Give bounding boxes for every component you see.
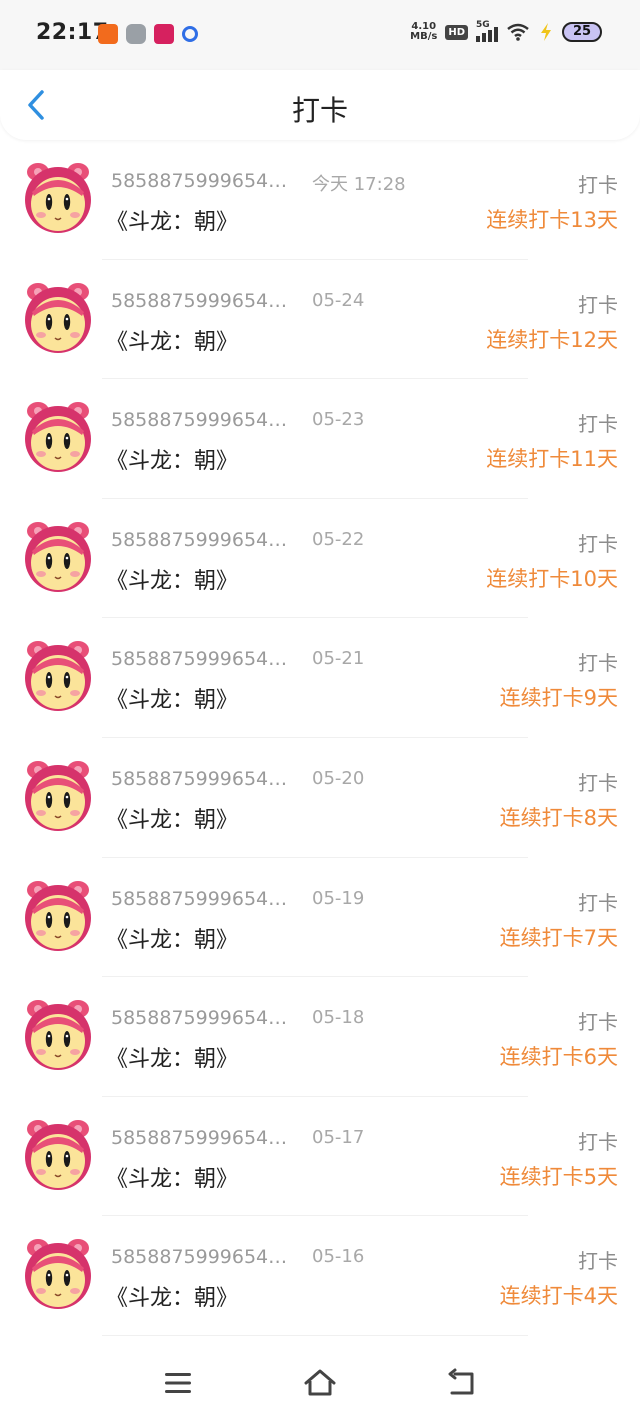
avatar[interactable] bbox=[22, 160, 94, 234]
checkin-date: 05-17 bbox=[312, 1126, 365, 1148]
checkin-date: 05-21 bbox=[312, 648, 365, 670]
signal-icon: 5G bbox=[476, 20, 498, 42]
red-app-icon bbox=[154, 24, 174, 44]
system-nav-bar bbox=[0, 1340, 640, 1422]
page-header: 打卡 bbox=[0, 70, 640, 140]
list-item[interactable]: 5858875999654… 05-17 《斗龙：朝》 打卡 连续打卡5天 bbox=[0, 1097, 640, 1217]
checkin-title: 《斗龙：朝》 bbox=[106, 210, 239, 235]
baidu-paw-icon bbox=[182, 26, 198, 42]
list-item[interactable]: 5858875999654… 05-23 《斗龙：朝》 打卡 连续打卡11天 bbox=[0, 379, 640, 499]
net-speed-unit: MB/s bbox=[410, 31, 438, 42]
list-item[interactable]: 5858875999654… 今天 17:28 《斗龙：朝》 打卡 连续打卡13… bbox=[0, 140, 640, 260]
list-item[interactable]: 5858875999654… 05-19 《斗龙：朝》 打卡 连续打卡7天 bbox=[0, 858, 640, 978]
user-id: 5858875999654… bbox=[111, 887, 288, 910]
user-id: 5858875999654… bbox=[111, 1126, 288, 1149]
avatar[interactable] bbox=[22, 758, 94, 832]
checkin-date: 05-24 bbox=[312, 289, 365, 311]
checkin-date: 05-22 bbox=[312, 528, 365, 550]
list-item[interactable]: 5858875999654… 05-18 《斗龙：朝》 打卡 连续打卡6天 bbox=[0, 977, 640, 1097]
status-app-icons bbox=[98, 24, 198, 44]
user-id: 5858875999654… bbox=[111, 648, 288, 671]
streak-count: 连续打卡7天 bbox=[499, 925, 618, 950]
checkin-title: 《斗龙：朝》 bbox=[106, 568, 239, 594]
list-item[interactable]: 5858875999654… 05-24 《斗龙：朝》 打卡 连续打卡12天 bbox=[0, 260, 640, 380]
user-id: 5858875999654… bbox=[111, 1007, 288, 1030]
avatar[interactable] bbox=[22, 280, 94, 354]
checkin-tag: 打卡 bbox=[578, 890, 618, 915]
avatar[interactable] bbox=[22, 1117, 94, 1191]
checkin-title: 《斗龙：朝》 bbox=[106, 329, 239, 355]
checkin-tag: 打卡 bbox=[578, 412, 618, 437]
orange-app-icon bbox=[98, 24, 118, 44]
checkin-title: 《斗龙：朝》 bbox=[106, 807, 239, 833]
page-title: 打卡 bbox=[291, 94, 348, 127]
net-speed: 4.10 MB/s bbox=[410, 22, 437, 42]
user-id: 5858875999654… bbox=[111, 528, 288, 551]
list-item[interactable]: 5858875999654… 05-20 《斗龙：朝》 打卡 连续打卡8天 bbox=[0, 738, 640, 858]
checkin-tag: 打卡 bbox=[578, 1249, 618, 1274]
streak-count: 连续打卡13天 bbox=[486, 208, 618, 232]
streak-count: 连续打卡6天 bbox=[499, 1045, 618, 1070]
avatar[interactable] bbox=[22, 1236, 94, 1310]
checkin-title: 《斗龙：朝》 bbox=[106, 1166, 239, 1192]
streak-count: 连续打卡9天 bbox=[499, 686, 618, 711]
wifi-icon bbox=[507, 23, 529, 41]
checkin-tag: 打卡 bbox=[578, 531, 618, 556]
streak-count: 连续打卡4天 bbox=[499, 1284, 618, 1309]
list-item[interactable]: 5858875999654… 05-21 《斗龙：朝》 打卡 连续打卡9天 bbox=[0, 618, 640, 738]
divider bbox=[102, 1334, 528, 1336]
checkin-date: 05-20 bbox=[312, 767, 365, 789]
avatar[interactable] bbox=[22, 399, 94, 473]
checkin-tag: 打卡 bbox=[578, 1010, 618, 1035]
checkin-tag: 打卡 bbox=[578, 770, 618, 795]
checkin-tag: 打卡 bbox=[578, 292, 618, 317]
status-indicators: 4.10 MB/s HD 5G 25 bbox=[410, 20, 602, 42]
status-bar: 22:17 4.10 MB/s HD 5G 25 bbox=[0, 0, 640, 70]
user-id: 5858875999654… bbox=[111, 1246, 288, 1269]
checkin-date: 今天 17:28 bbox=[312, 174, 406, 195]
avatar[interactable] bbox=[22, 638, 94, 712]
back-icon[interactable] bbox=[445, 1366, 479, 1400]
grey-app-icon bbox=[126, 24, 146, 44]
checkin-title: 《斗龙：朝》 bbox=[106, 1047, 239, 1073]
avatar[interactable] bbox=[22, 878, 94, 952]
checkin-tag: 打卡 bbox=[578, 651, 618, 676]
streak-count: 连续打卡11天 bbox=[486, 447, 618, 472]
checkin-date: 05-23 bbox=[312, 409, 365, 431]
user-id: 5858875999654… bbox=[111, 409, 288, 432]
checkin-title: 《斗龙：朝》 bbox=[106, 688, 239, 714]
network-type: 5G bbox=[476, 20, 490, 30]
avatar[interactable] bbox=[22, 519, 94, 593]
checkin-list: 5858875999654… 今天 17:28 《斗龙：朝》 打卡 连续打卡13… bbox=[0, 140, 640, 1336]
checkin-title: 《斗龙：朝》 bbox=[106, 927, 239, 953]
user-id: 5858875999654… bbox=[111, 170, 288, 192]
home-icon[interactable] bbox=[303, 1366, 337, 1400]
user-id: 5858875999654… bbox=[111, 289, 288, 312]
streak-count: 连续打卡8天 bbox=[499, 805, 618, 830]
checkin-date: 05-18 bbox=[312, 1007, 365, 1029]
menu-icon[interactable] bbox=[161, 1366, 195, 1400]
hd-badge: HD bbox=[445, 24, 468, 40]
user-id: 5858875999654… bbox=[111, 767, 288, 790]
streak-count: 连续打卡12天 bbox=[486, 327, 618, 352]
battery-indicator: 25 bbox=[562, 22, 602, 42]
checkin-tag: 打卡 bbox=[578, 173, 618, 197]
checkin-tag: 打卡 bbox=[578, 1129, 618, 1154]
checkin-date: 05-16 bbox=[312, 1246, 365, 1268]
checkin-title: 《斗龙：朝》 bbox=[106, 1286, 239, 1312]
streak-count: 连续打卡5天 bbox=[499, 1164, 618, 1189]
streak-count: 连续打卡10天 bbox=[486, 566, 618, 591]
list-item[interactable]: 5858875999654… 05-16 《斗龙：朝》 打卡 连续打卡4天 bbox=[0, 1216, 640, 1336]
checkin-title: 《斗龙：朝》 bbox=[106, 449, 239, 475]
charging-icon bbox=[541, 23, 551, 41]
list-item[interactable]: 5858875999654… 05-22 《斗龙：朝》 打卡 连续打卡10天 bbox=[0, 499, 640, 619]
checkin-date: 05-19 bbox=[312, 887, 365, 909]
avatar[interactable] bbox=[22, 997, 94, 1071]
